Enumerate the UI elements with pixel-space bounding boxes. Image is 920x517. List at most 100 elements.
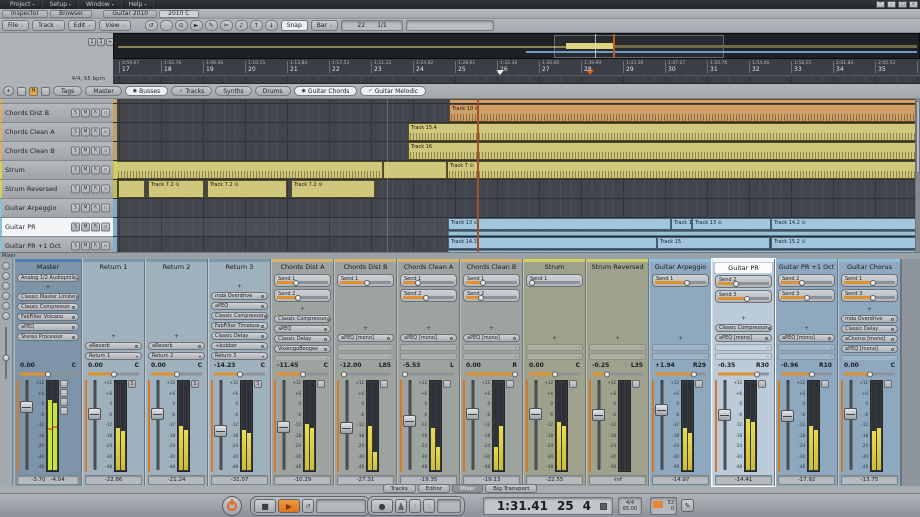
clip-track-7-2[interactable]: Track 7.2 ⊙	[207, 180, 287, 198]
track-chords-clean-a-button-s[interactable]: S	[71, 128, 80, 137]
edit-profile-button[interactable]: ✎	[681, 499, 694, 512]
tag-option-button-2[interactable]	[41, 87, 50, 96]
track-chords-dist-b-button-r[interactable]: R	[91, 109, 100, 118]
send-slider-send-1[interactable]: Send 1	[841, 274, 898, 287]
stop-button[interactable]: ■	[254, 499, 276, 513]
send-thumb[interactable]	[295, 295, 301, 301]
metronome-button[interactable]	[395, 499, 407, 513]
loop-button[interactable]: ↺	[302, 499, 314, 513]
plugin-classic-compressor[interactable]: Classic Compressor	[17, 303, 79, 311]
side-button-1[interactable]	[506, 380, 514, 388]
pan-slider[interactable]	[401, 370, 456, 378]
tab-2010-c[interactable]: 2010 C	[159, 10, 198, 18]
nudge-up-tool[interactable]: ↑	[250, 20, 263, 31]
send-thumb[interactable]	[364, 280, 370, 286]
plugin-classic-delay[interactable]: Classic Delay	[274, 335, 331, 343]
volume-fader[interactable]	[655, 380, 668, 474]
side-button-4[interactable]	[60, 407, 68, 415]
view-tab-tracks[interactable]: Tracks	[383, 484, 416, 493]
side-button-1[interactable]	[758, 380, 766, 388]
track-header-guitar-pr[interactable]: Guitar PRSMR▫	[0, 218, 113, 237]
plugin-mda-overdrive[interactable]: mda Overdrive	[841, 315, 898, 323]
volume-fader[interactable]	[718, 380, 731, 474]
track-strum-reversed-button-s[interactable]: S	[71, 185, 80, 194]
pan-slider[interactable]	[779, 370, 834, 378]
pan-slider[interactable]	[275, 370, 330, 378]
tag-toggle-guitar-chords[interactable]: ◉Guitar Chords	[294, 86, 358, 96]
plugin-apeq-mono[interactable]: aPEQ [mono]	[841, 345, 898, 353]
fader-cap[interactable]	[655, 404, 668, 416]
add-device-button[interactable]: +	[85, 333, 142, 340]
plugin-apeq-mono[interactable]: aPEQ [mono]	[715, 334, 772, 342]
send-thumb[interactable]	[478, 295, 484, 301]
side-button-s[interactable]: S	[191, 380, 199, 388]
volume-fader[interactable]	[592, 380, 605, 474]
clip-track-15[interactable]: Track 15	[657, 237, 770, 249]
side-button-1[interactable]	[443, 380, 451, 388]
pan-thumb[interactable]	[552, 371, 558, 377]
routing-selector-2[interactable]: ▾	[463, 353, 520, 360]
send-slider-send-3[interactable]: Send 3	[841, 289, 898, 302]
split-tool[interactable]: ✂	[220, 20, 233, 31]
pan-slider[interactable]	[18, 370, 78, 378]
window-button-3[interactable]: □	[898, 1, 907, 8]
send-thumb[interactable]	[799, 280, 805, 286]
loop-range-display[interactable]	[316, 499, 366, 513]
record-mode-display[interactable]	[437, 499, 461, 513]
pan-slider[interactable]	[464, 370, 519, 378]
track-guitar-pr-1-oct-button-m[interactable]: M	[81, 242, 90, 251]
toolbar-menu-view[interactable]: View▾	[99, 20, 130, 31]
plugin-classic-compressor[interactable]: Classic Compressor	[715, 324, 772, 332]
mixer-rail-button-1[interactable]	[2, 262, 10, 270]
mixer-rail-slider[interactable]	[5, 327, 7, 379]
fader-cap[interactable]	[340, 422, 353, 434]
mixer-rail-button-5[interactable]	[2, 302, 10, 310]
tag-toggle-tags[interactable]: Tags	[53, 86, 82, 96]
send-thumb[interactable]	[423, 295, 429, 301]
track-guitar-pr-button-s[interactable]: S	[71, 223, 80, 232]
add-device-button[interactable]: +	[841, 306, 898, 313]
nudge-down-tool[interactable]: ↓	[265, 20, 278, 31]
send-thumb[interactable]	[293, 280, 299, 286]
side-button-1[interactable]	[317, 380, 325, 388]
fader-cap[interactable]	[781, 410, 794, 422]
send-slider-send-2[interactable]: Send 2	[400, 289, 457, 302]
send-thumb[interactable]	[480, 280, 486, 286]
engine-power-button[interactable]	[222, 496, 242, 516]
routing-selector-1[interactable]: ▾	[778, 344, 835, 351]
volume-fader[interactable]	[529, 380, 542, 474]
tag-toggle-busses[interactable]: ◉Busses	[125, 86, 168, 96]
send-thumb[interactable]	[684, 280, 690, 286]
track-guitar-pr-1-oct-button-r[interactable]: R	[91, 242, 100, 251]
mixer-rail-button-4[interactable]	[2, 292, 10, 300]
fader-cap[interactable]	[592, 409, 605, 421]
toolbar-menu-file[interactable]: File▾	[2, 20, 29, 31]
send-thumb[interactable]	[870, 280, 876, 286]
punch-out-button[interactable]: ∶	[423, 499, 435, 513]
track-header-chords-clean-b[interactable]: Chords Clean BSMR▫	[0, 142, 113, 161]
fader-cap[interactable]	[718, 409, 731, 421]
plugin-classic-delay[interactable]: Classic Delay	[841, 325, 898, 333]
add-device-button[interactable]: +	[778, 325, 835, 332]
clip-track-15-4[interactable]: Track 15.4	[408, 123, 920, 141]
mixer-rail-button-3[interactable]	[2, 282, 10, 290]
send-slider-send-2[interactable]: Send 2	[463, 289, 520, 302]
plugin-apeq-mono[interactable]: aPEQ [mono]	[337, 334, 394, 342]
clip-unnamed[interactable]	[118, 180, 145, 198]
add-device-button[interactable]: +	[337, 325, 394, 332]
volume-fader[interactable]	[88, 380, 101, 474]
output-selector[interactable]: Analog 1/2 Audiophile▾	[17, 274, 79, 282]
pan-thumb[interactable]	[341, 371, 347, 377]
position-readout[interactable]: 22 1/1	[341, 20, 403, 31]
pan-slider[interactable]	[590, 370, 645, 378]
overview-zoom-1[interactable]: 1	[88, 38, 96, 46]
clip-track-7[interactable]: Track 7 ⊙	[447, 161, 920, 179]
track-guitar-pr-button-m[interactable]: M	[81, 223, 90, 232]
select-tool[interactable]: ►	[190, 20, 203, 31]
volume-fader[interactable]	[214, 380, 227, 474]
clip-track-10[interactable]: Track 10 ⊙	[449, 104, 920, 122]
clip-track-13[interactable]: Track 13 ⊙	[448, 218, 671, 230]
fader-cap[interactable]	[277, 421, 290, 433]
pan-slider[interactable]	[653, 370, 708, 378]
plugin-mda-overdrive[interactable]: mda Overdrive	[211, 292, 268, 300]
